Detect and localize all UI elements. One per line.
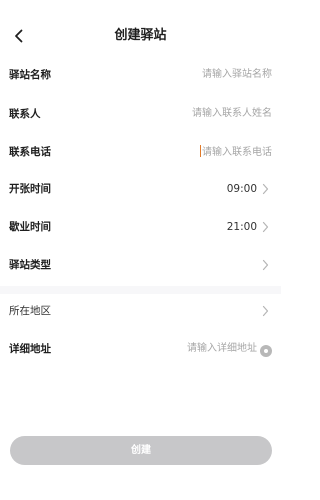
- page-title: 创建驿站: [114, 28, 167, 43]
- location-pin-icon[interactable]: [260, 344, 272, 357]
- chevron-right-icon: [261, 183, 269, 195]
- station-name-input[interactable]: 请输入驿站名称: [202, 68, 272, 82]
- open-time-label: 开张时间: [9, 183, 51, 195]
- contact-phone-label: 联系电话: [9, 146, 51, 158]
- chevron-right-icon: [261, 305, 269, 317]
- close-time-row[interactable]: 歇业时间 21:00: [0, 208, 281, 246]
- station-name-label: 驿站名称: [9, 69, 51, 81]
- region-row[interactable]: 所在地区: [0, 292, 281, 330]
- open-time-value: 09:00: [226, 183, 257, 195]
- address-label: 详细地址: [9, 343, 51, 355]
- text-cursor: [200, 144, 201, 157]
- close-time-label: 歇业时间: [9, 221, 51, 233]
- create-button[interactable]: 创建: [10, 436, 272, 465]
- contact-person-row: 联系人 请输入联系人姓名: [0, 95, 281, 133]
- station-type-label: 驿站类型: [9, 259, 51, 271]
- contact-person-label: 联系人: [9, 108, 41, 120]
- address-input[interactable]: 请输入详细地址: [187, 342, 272, 357]
- close-time-value: 21:00: [226, 221, 257, 233]
- region-label: 所在地区: [9, 305, 51, 317]
- open-time-row[interactable]: 开张时间 09:00: [0, 170, 281, 208]
- contact-person-input[interactable]: 请输入联系人姓名: [192, 107, 272, 121]
- contact-phone-row: 联系电话 请输入联系电话: [0, 133, 281, 171]
- contact-phone-placeholder: 请输入联系电话: [202, 146, 272, 158]
- chevron-right-icon: [261, 259, 269, 271]
- station-type-row[interactable]: 驿站类型: [0, 246, 281, 284]
- contact-phone-input[interactable]: 请输入联系电话: [200, 144, 272, 160]
- address-placeholder: 请输入详细地址: [187, 342, 257, 354]
- address-row: 详细地址 请输入详细地址: [0, 330, 281, 368]
- chevron-right-icon: [261, 221, 269, 233]
- station-name-row: 驿站名称 请输入驿站名称: [0, 56, 281, 94]
